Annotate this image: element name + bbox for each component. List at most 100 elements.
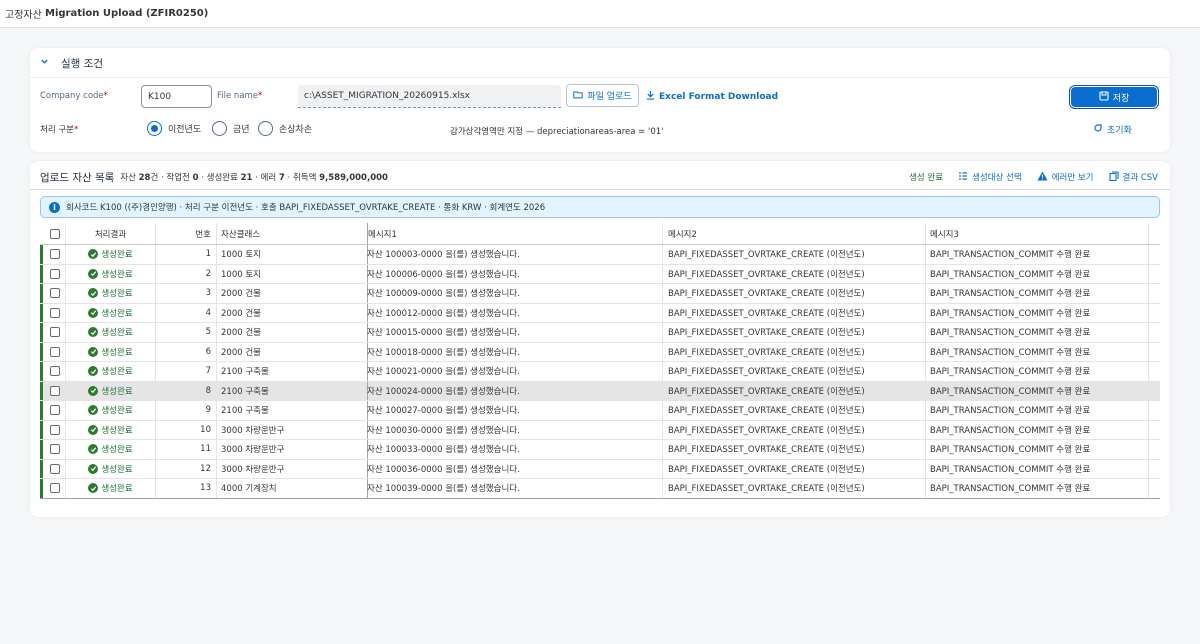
- file-name-field[interactable]: c:\ASSET_MIGRATION_20260915.xlsx: [298, 85, 561, 108]
- status-indicator: [40, 342, 43, 361]
- excel-format-download-link[interactable]: Excel Format Download: [646, 90, 778, 103]
- table-row[interactable]: 생성완료 8 2100 구축물 자산 100024-0000 을(를) 생성했습니다.…: [40, 381, 1160, 401]
- status-badge: 생성완료: [88, 404, 133, 416]
- status-badge: 생성완료: [88, 482, 133, 494]
- cell-asset-class: 3000 차량운반구: [221, 425, 285, 436]
- cell-msg1: 자산 100006-0000 을(를) 생성했습니다.: [367, 269, 520, 280]
- cell-msg1: 자산 100024-0000 을(를) 생성했습니다.: [367, 386, 520, 397]
- cell-asset-class: 3000 차량운반구: [221, 464, 285, 475]
- row-checkbox[interactable]: [50, 424, 60, 435]
- status-badge: 생성완료: [88, 346, 133, 358]
- row-checkbox[interactable]: [50, 483, 60, 494]
- cell-msg2: BAPI_FIXEDASSET_OVRTAKE_CREATE (이전년도): [668, 445, 865, 456]
- radio-current-year[interactable]: 금년: [212, 121, 250, 136]
- row-checkbox[interactable]: [50, 444, 60, 455]
- status-badge: 생성완료: [88, 463, 133, 475]
- row-checkbox[interactable]: [50, 346, 60, 357]
- cell-asset-class: 2000 건물: [221, 347, 261, 358]
- row-checkbox[interactable]: [50, 249, 60, 260]
- column-header-asset-class[interactable]: 자산클래스: [221, 223, 366, 244]
- cell-asset-class: 2100 구축물: [221, 406, 269, 417]
- status-badge: 생성완료: [88, 248, 133, 260]
- status-badge: 생성완료: [88, 287, 133, 299]
- save-button[interactable]: 저장: [1069, 85, 1159, 109]
- app-title: Migration Upload (ZFIR0250): [45, 8, 209, 19]
- cell-no: 8: [205, 385, 211, 396]
- result-csv-button[interactable]: 결과 CSV: [1108, 170, 1158, 184]
- save-icon: [1099, 90, 1109, 104]
- chevron-down-icon[interactable]: [40, 57, 49, 69]
- column-header-result[interactable]: 처리결과: [66, 223, 155, 244]
- status-indicator: [40, 303, 43, 322]
- row-checkbox[interactable]: [50, 405, 60, 416]
- cell-msg3: BAPI_TRANSACTION_COMMIT 수행 완료: [930, 445, 1091, 456]
- row-checkbox[interactable]: [50, 268, 60, 279]
- select-target-button[interactable]: 생성대상 선택: [958, 171, 1022, 184]
- radio-previous-year[interactable]: 이전년도: [147, 121, 201, 136]
- table-row[interactable]: 생성완료 3 2000 건물 자산 100009-0000 을(를) 생성했습니다. B…: [40, 284, 1160, 304]
- table-row[interactable]: 생성완료 6 2000 건물 자산 100018-0000 을(를) 생성했습니다. B…: [40, 342, 1160, 362]
- status-indicator: [40, 264, 43, 283]
- check-circle-icon: [88, 249, 99, 260]
- column-header-msg1[interactable]: 메시지1: [368, 223, 661, 244]
- cell-no: 12: [200, 463, 211, 474]
- column-header-no[interactable]: 번호: [156, 223, 216, 244]
- check-circle-icon: [88, 483, 99, 494]
- generated-filter-button[interactable]: 생성 완료: [909, 171, 943, 183]
- divider: [30, 77, 1170, 78]
- status-indicator: [40, 420, 43, 439]
- radio-impairment[interactable]: 손상차손: [258, 121, 312, 136]
- status-badge: 생성완료: [88, 385, 133, 397]
- status-badge: 생성완료: [88, 424, 133, 436]
- depreciation-area-note: 감가상각영역만 지정 — depreciationareas-area = '0…: [450, 127, 664, 137]
- cell-msg1: 자산 100015-0000 을(를) 생성했습니다.: [367, 328, 520, 339]
- check-circle-icon: [88, 385, 99, 396]
- cell-no: 13: [200, 483, 211, 494]
- cell-msg1: 자산 100012-0000 을(를) 생성했습니다.: [367, 308, 520, 319]
- errors-only-button[interactable]: 에러만 보기: [1037, 171, 1094, 184]
- cell-msg1: 자산 100027-0000 을(를) 생성했습니다.: [367, 406, 520, 417]
- select-all-checkbox[interactable]: [50, 228, 60, 239]
- cell-msg2: BAPI_FIXEDASSET_OVRTAKE_CREATE (이전년도): [668, 347, 865, 358]
- table-row[interactable]: 생성완료 10 3000 차량운반구 자산 100030-0000 을(를) 생성했습…: [40, 420, 1160, 440]
- info-icon: i: [49, 201, 60, 213]
- row-checkbox[interactable]: [50, 463, 60, 474]
- reset-link[interactable]: 초기화: [1093, 123, 1132, 136]
- condition-header[interactable]: 실행 조건: [40, 55, 103, 71]
- table-row[interactable]: 생성완료 11 3000 차량운반구 자산 100033-0000 을(를) 생성했습…: [40, 440, 1160, 460]
- cell-asset-class: 2000 건물: [221, 328, 261, 339]
- cell-msg3: BAPI_TRANSACTION_COMMIT 수행 완료: [930, 289, 1091, 300]
- cell-asset-class: 1000 토지: [221, 269, 261, 280]
- file-upload-button[interactable]: 파일 업로드: [566, 84, 639, 107]
- row-checkbox[interactable]: [50, 366, 60, 377]
- row-checkbox[interactable]: [50, 385, 60, 396]
- row-checkbox[interactable]: [50, 307, 60, 318]
- table-row[interactable]: 생성완료 12 3000 차량운반구 자산 100036-0000 을(를) 생성했습…: [40, 459, 1160, 479]
- cell-msg2: BAPI_FIXEDASSET_OVRTAKE_CREATE (이전년도): [668, 367, 865, 378]
- company-code-input[interactable]: K100: [141, 85, 212, 108]
- row-checkbox[interactable]: [50, 288, 60, 299]
- status-badge: 생성완료: [88, 443, 133, 455]
- column-header-msg3[interactable]: 메시지3: [930, 223, 1148, 244]
- status-indicator: [40, 459, 43, 478]
- table-row[interactable]: 생성완료 13 4000 기계장치 자산 100039-0000 을(를) 생성했습니…: [40, 479, 1160, 499]
- table-row[interactable]: 생성완료 9 2100 구축물 자산 100027-0000 을(를) 생성했습니다.…: [40, 401, 1160, 421]
- table-body: 생성완료 1 1000 토지 자산 100003-0000 을(를) 생성했습니다. B…: [40, 245, 1160, 499]
- table-row[interactable]: 생성완료 1 1000 토지 자산 100003-0000 을(를) 생성했습니다. B…: [40, 245, 1160, 265]
- table-row[interactable]: 생성완료 2 1000 토지 자산 100006-0000 을(를) 생성했습니다. B…: [40, 264, 1160, 284]
- column-header-msg2[interactable]: 메시지2: [668, 223, 923, 244]
- table-row[interactable]: 생성완료 4 2000 건물 자산 100012-0000 을(를) 생성했습니다. B…: [40, 303, 1160, 323]
- cell-asset-class: 2000 건물: [221, 308, 261, 319]
- file-name-label: File name*: [217, 91, 263, 101]
- info-message-text: 회사코드 K100 ((주)경인양행) · 처리 구분 이전년도 · 호출 BA…: [66, 203, 546, 213]
- cell-no: 3: [205, 288, 211, 299]
- condition-title: 실행 조건: [61, 57, 103, 70]
- cell-no: 1: [205, 249, 211, 260]
- table-row[interactable]: 생성완료 5 2000 건물 자산 100015-0000 을(를) 생성했습니다. B…: [40, 323, 1160, 343]
- cell-msg1: 자산 100036-0000 을(를) 생성했습니다.: [367, 464, 520, 475]
- table-row[interactable]: 생성완료 7 2100 구축물 자산 100021-0000 을(를) 생성했습니다.…: [40, 362, 1160, 382]
- cell-asset-class: 2000 건물: [221, 289, 261, 300]
- cell-msg3: BAPI_TRANSACTION_COMMIT 수행 완료: [930, 425, 1091, 436]
- row-checkbox[interactable]: [50, 327, 60, 338]
- list-stats: 자산 28건 · 작업전 0 · 생성완료 21 · 에러 7 · 취득액 9,…: [120, 173, 388, 183]
